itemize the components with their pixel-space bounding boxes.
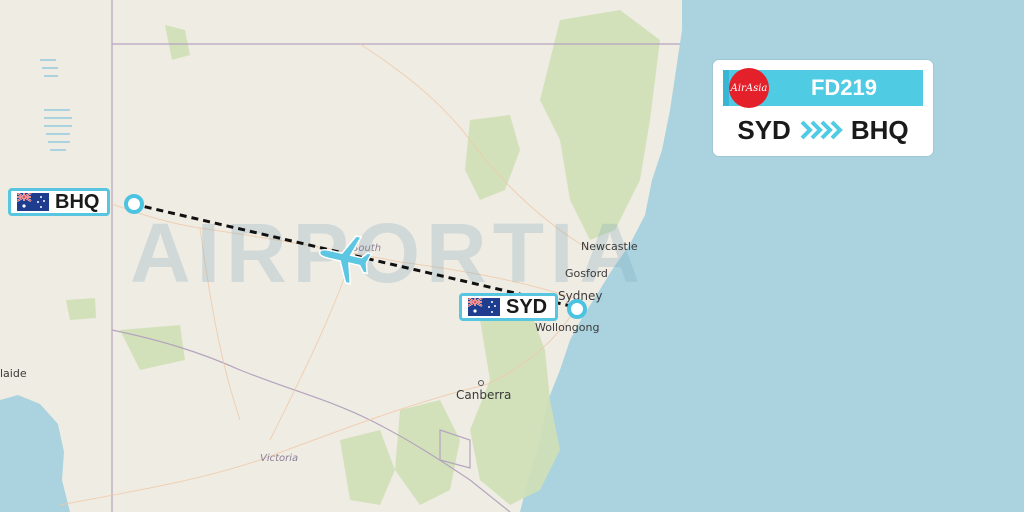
- airplane-icon: [318, 235, 373, 285]
- route-origin-code: SYD: [737, 114, 791, 145]
- origin-airport-tag[interactable]: SYD: [459, 293, 559, 321]
- flight-map: AIRPORTIA South Victoria Newcastle Gosfo…: [0, 0, 1024, 512]
- flight-info-card: AirAsia FD219 SYD BHQ: [713, 60, 933, 156]
- flight-number: FD219: [810, 75, 878, 100]
- chevron-arrows-icon: [800, 120, 843, 140]
- origin-airport-code: SYD: [506, 295, 548, 318]
- airasia-logo: AirAsia: [729, 68, 769, 108]
- airline-logo-text: AirAsia: [730, 82, 768, 94]
- destination-airport-tag[interactable]: BHQ: [8, 188, 111, 216]
- destination-airport-marker[interactable]: [124, 194, 144, 214]
- canberra-dot: [478, 380, 484, 386]
- flight-route: SYD BHQ: [713, 112, 933, 148]
- origin-airport-marker[interactable]: [567, 299, 587, 319]
- route-destination-code: BHQ: [850, 114, 909, 145]
- destination-airport-code: BHQ: [55, 190, 100, 213]
- australia-flag-icon: [468, 298, 500, 316]
- australia-flag-icon: [17, 193, 49, 211]
